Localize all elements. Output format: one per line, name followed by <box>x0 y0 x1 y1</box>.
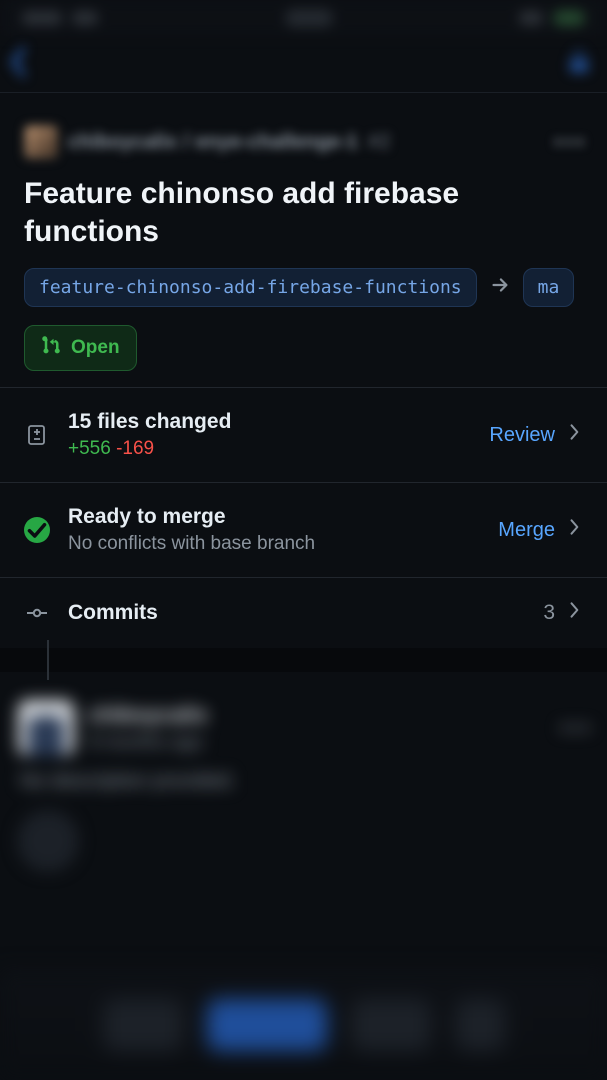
deletions-count: -169 <box>116 438 154 459</box>
git-pull-request-icon <box>41 334 61 362</box>
repo-owner-avatar <box>24 125 58 159</box>
chevron-right-icon <box>565 600 583 626</box>
back-icon[interactable] <box>6 45 32 84</box>
breadcrumb[interactable]: chiboycalix / enye-challenge-1 #2 <box>24 125 390 159</box>
commits-count: 3 <box>543 601 555 625</box>
check-circle-icon <box>24 517 50 543</box>
pr-status-label: Open <box>71 337 120 359</box>
merge-subtitle: No conflicts with base branch <box>68 533 480 555</box>
add-reaction-button[interactable] <box>18 811 78 871</box>
merge-status-row[interactable]: Ready to merge No conflicts with base br… <box>0 483 607 578</box>
pr-open-badge: Open <box>24 325 137 371</box>
merge-title: Ready to merge <box>68 505 480 529</box>
comment-author[interactable]: chiboycalix <box>88 702 208 728</box>
target-branch-pill[interactable]: ma <box>523 268 575 307</box>
pr-title: Feature chinonso add firebase functions <box>24 175 583 250</box>
comment-author-avatar[interactable] <box>18 700 74 756</box>
breadcrumb-pr-number: #2 <box>362 131 390 153</box>
commits-row[interactable]: Commits 3 <box>0 578 607 648</box>
branch-row: feature-chinonso-add-firebase-functions … <box>24 268 583 307</box>
more-button[interactable] <box>555 139 583 145</box>
breadcrumb-sep: / <box>181 131 191 153</box>
comment-time: 9 months ago <box>88 732 208 754</box>
review-link[interactable]: Review <box>489 424 555 447</box>
device-status-bar <box>0 0 607 36</box>
app-nav-bar <box>0 36 607 92</box>
lock-icon[interactable] <box>565 48 593 81</box>
toolbar-slot[interactable] <box>103 999 183 1051</box>
files-changed-title: 15 files changed <box>68 410 471 434</box>
source-branch-pill[interactable]: feature-chinonso-add-firebase-functions <box>24 268 477 307</box>
file-diff-icon <box>24 422 50 448</box>
commits-title: Commits <box>68 601 525 625</box>
chevron-right-icon <box>565 422 583 448</box>
files-changed-row[interactable]: 15 files changed +556 -169 Review <box>0 388 607 483</box>
bottom-toolbar <box>0 970 607 1080</box>
toolbar-slot[interactable] <box>455 999 505 1051</box>
comment-body: No description provided. <box>20 770 589 793</box>
comment-more-button[interactable] <box>561 725 589 731</box>
toolbar-primary-button[interactable] <box>207 999 327 1051</box>
chevron-right-icon <box>565 517 583 543</box>
arrow-right-icon <box>489 274 511 302</box>
git-commit-icon <box>24 600 50 626</box>
breadcrumb-repo: enye-challenge-1 <box>195 131 357 153</box>
toolbar-slot[interactable] <box>351 999 431 1051</box>
merge-link[interactable]: Merge <box>498 519 555 542</box>
additions-count: +556 <box>68 438 111 459</box>
breadcrumb-owner: chiboycalix <box>68 131 177 153</box>
